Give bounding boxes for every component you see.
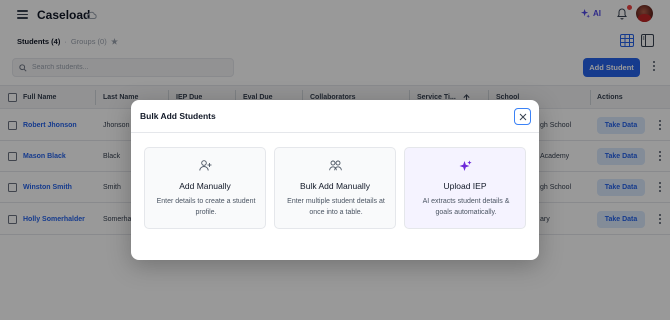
option-description: AI extracts student details & goals auto… bbox=[422, 198, 510, 216]
users-icon bbox=[328, 160, 342, 171]
add-manually-option[interactable]: Add Manually Enter details to create a s… bbox=[144, 147, 266, 229]
sparkles-icon bbox=[459, 160, 472, 171]
option-title: Add Manually bbox=[179, 181, 231, 191]
dialog-divider bbox=[131, 132, 539, 133]
option-title: Bulk Add Manually bbox=[300, 181, 370, 191]
bulk-add-manually-option[interactable]: Bulk Add Manually Enter multiple student… bbox=[274, 147, 396, 229]
option-title: Upload IEP bbox=[443, 181, 487, 191]
close-icon bbox=[519, 113, 526, 120]
dialog-title: Bulk Add Students bbox=[140, 111, 216, 121]
bulk-add-students-dialog: Bulk Add Students Add Manually Enter det… bbox=[131, 100, 539, 260]
user-plus-icon bbox=[198, 160, 211, 171]
option-description: Enter details to create a student profil… bbox=[156, 198, 256, 216]
upload-iep-option[interactable]: Upload IEP AI extracts student details &… bbox=[404, 147, 526, 229]
close-button[interactable] bbox=[514, 108, 531, 125]
option-description: Enter multiple student details at once i… bbox=[287, 198, 385, 216]
